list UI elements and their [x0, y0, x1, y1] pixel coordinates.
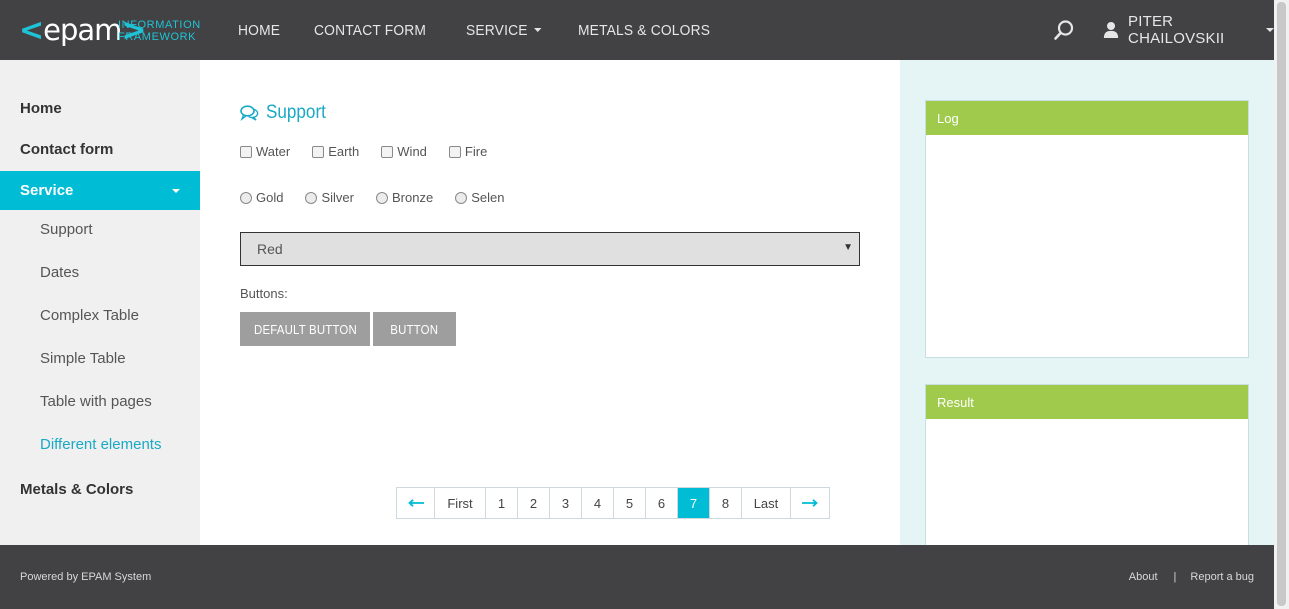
section-title: Support: [240, 102, 333, 124]
caret-down-icon: [533, 28, 542, 32]
sidebar: Home Contact form Service Support Dates …: [0, 60, 200, 545]
radio-circle[interactable]: [375, 191, 388, 204]
pagination: First 1 2 3 4 5 6 7 8 Last: [396, 487, 830, 519]
user-name: PITER CHAILOVSKII: [1128, 13, 1225, 47]
colors-dropdown[interactable]: Red ▼: [240, 232, 860, 266]
user-icon: [1103, 21, 1119, 39]
nav-home[interactable]: HOME: [238, 22, 280, 39]
checkbox-wind[interactable]: Wind: [381, 144, 427, 159]
arrow-right-icon: [802, 499, 818, 507]
arrow-left-icon: [407, 499, 424, 507]
nav-service[interactable]: SERVICE: [466, 22, 542, 39]
elements-checkboxes: Water Earth Wind Fire: [240, 144, 509, 159]
footer: Powered by EPAM System About | Report a …: [0, 545, 1274, 609]
footer-report-bug-link[interactable]: Report a bug: [1190, 571, 1254, 583]
logo-subtitle-line-2: FRAMEWORK: [118, 31, 197, 43]
radio-selen[interactable]: Selen: [455, 190, 504, 205]
elements-radios: Gold Silver Bronze Selen: [240, 190, 526, 205]
chat-bubbles-icon: [240, 105, 259, 121]
footer-links: About | Report a bug: [1129, 571, 1254, 583]
radio-circle[interactable]: [455, 191, 468, 204]
caret-down-icon: [1266, 28, 1274, 32]
dropdown-arrow-icon: ▼: [843, 242, 853, 253]
dropdown-value: Red: [257, 241, 283, 257]
top-header: < epam > INFORMATION FRAMEWORK HOME CONT…: [0, 0, 1274, 60]
user-menu[interactable]: PITER CHAILOVSKII: [1103, 13, 1274, 47]
footer-powered-by: Powered by EPAM System: [20, 571, 152, 583]
caret-down-icon: [172, 189, 180, 193]
buttons-label: Buttons:: [240, 286, 288, 301]
pagination-page-4[interactable]: 4: [582, 488, 614, 518]
pagination-first[interactable]: First: [435, 488, 486, 518]
logo-subtitle: INFORMATION FRAMEWORK: [118, 19, 208, 43]
pagination-page-5[interactable]: 5: [614, 488, 646, 518]
epam-logo[interactable]: < epam > INFORMATION FRAMEWORK: [19, 12, 200, 48]
radio-circle[interactable]: [305, 191, 318, 204]
sidebar-item-metals-colors[interactable]: Metals & Colors: [20, 481, 133, 498]
sidebar-subitem-complex-table[interactable]: Complex Table: [40, 307, 139, 324]
checkbox-box[interactable]: [312, 145, 325, 158]
sidebar-subitem-simple-table[interactable]: Simple Table: [40, 350, 126, 367]
radio-bronze[interactable]: Bronze: [375, 190, 433, 205]
pagination-prev[interactable]: [397, 488, 435, 518]
sidebar-subitem-dates[interactable]: Dates: [40, 264, 79, 281]
sidebar-item-service[interactable]: Service: [0, 171, 200, 210]
logo-text: epam: [43, 13, 122, 47]
checkbox-box[interactable]: [448, 145, 461, 158]
result-panel-title: Result: [926, 385, 1248, 419]
pagination-page-8[interactable]: 8: [710, 488, 742, 518]
default-button[interactable]: DEFAULT BUTTON: [240, 312, 370, 346]
button[interactable]: BUTTON: [373, 312, 456, 346]
pagination-page-3[interactable]: 3: [550, 488, 582, 518]
footer-separator: |: [1173, 571, 1177, 583]
nav-contact-form[interactable]: CONTACT FORM: [314, 22, 426, 39]
pagination-page-6[interactable]: 6: [646, 488, 678, 518]
logo-subtitle-line-1: INFORMATION: [118, 19, 201, 31]
pagination-page-7[interactable]: 7: [678, 488, 710, 518]
checkbox-box[interactable]: [240, 145, 252, 158]
checkbox-box[interactable]: [381, 145, 394, 158]
pagination-last[interactable]: Last: [742, 488, 791, 518]
page: < epam > INFORMATION FRAMEWORK HOME CONT…: [0, 0, 1289, 609]
pagination-page-1[interactable]: 1: [486, 488, 518, 518]
radio-circle[interactable]: [240, 191, 252, 204]
logo-left-bracket: <: [19, 12, 44, 48]
vertical-scrollbar[interactable]: [1274, 0, 1289, 609]
sidebar-item-home[interactable]: Home: [20, 100, 62, 117]
log-panel: Log: [925, 100, 1249, 358]
radio-gold[interactable]: Gold: [240, 190, 283, 205]
right-section: Log Result: [900, 60, 1274, 554]
sidebar-subitem-support[interactable]: Support: [40, 221, 93, 238]
main-content: Support Water Earth Wind Fire Gold Silve…: [200, 60, 900, 545]
radio-silver[interactable]: Silver: [305, 190, 354, 205]
search-icon[interactable]: [1053, 19, 1075, 41]
pagination-page-2[interactable]: 2: [518, 488, 550, 518]
footer-about-link[interactable]: About: [1129, 571, 1158, 583]
checkbox-earth[interactable]: Earth: [312, 144, 359, 159]
result-panel: Result: [925, 384, 1249, 554]
checkbox-fire[interactable]: Fire: [448, 144, 487, 159]
sidebar-item-contact-form[interactable]: Contact form: [20, 141, 113, 158]
scrollbar-thumb[interactable]: [1277, 2, 1286, 606]
log-panel-title: Log: [926, 101, 1248, 135]
page-title: Support: [266, 102, 326, 123]
pagination-next[interactable]: [791, 488, 829, 518]
checkbox-water[interactable]: Water: [240, 144, 290, 159]
sidebar-item-label: Service: [20, 182, 74, 199]
sidebar-subitem-different-elements[interactable]: Different elements: [40, 436, 161, 453]
nav-metals-colors[interactable]: METALS & COLORS: [578, 22, 710, 39]
sidebar-subitem-table-with-pages[interactable]: Table with pages: [40, 393, 152, 410]
top-nav: HOME CONTACT FORM SERVICE METALS & COLOR…: [238, 0, 751, 60]
